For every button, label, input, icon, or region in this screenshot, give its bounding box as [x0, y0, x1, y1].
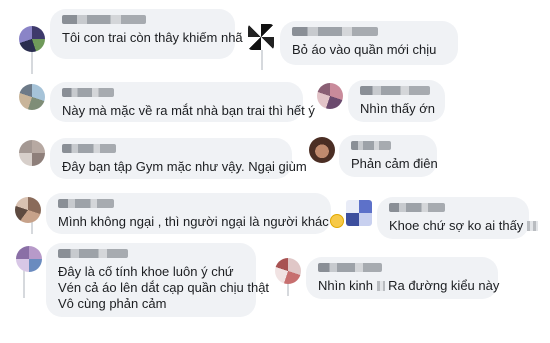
comment-text-line: Vô cùng phản cảm — [58, 296, 167, 311]
commenter-name[interactable] — [318, 263, 382, 272]
comment-text: Phản cảm điên — [351, 156, 438, 171]
avatar[interactable] — [15, 197, 41, 223]
comment-text: Bỏ áo vào quần mới chịu — [292, 42, 437, 57]
avatar[interactable] — [317, 83, 343, 109]
comment-bubble: Mình không ngại , thì người ngại là ngườ… — [46, 193, 344, 234]
comment-bubble: Tôi con trai còn thây khiếm nhã — [50, 9, 243, 59]
laughing-emoji-icon — [329, 214, 344, 228]
redacted-emoji-icon — [526, 221, 538, 231]
commenter-name[interactable] — [351, 141, 391, 150]
avatar[interactable] — [275, 258, 301, 284]
avatar[interactable] — [16, 246, 42, 272]
comment-text-line: Vén cả áo lên dắt cạp quần chịu thật — [58, 280, 270, 295]
comment-bubble: Nhìn thấy ớn — [348, 80, 445, 122]
comment-bubble: Này mà mặc về ra mắt nhà bạn trai thì hế… — [50, 82, 315, 122]
avatar[interactable] — [309, 137, 335, 163]
comment-bubble: Nhìn kinh Ra đường kiểu này — [306, 257, 500, 299]
commenter-name[interactable] — [389, 203, 445, 212]
comment-text: Tôi con trai còn thây khiếm nhã — [62, 30, 243, 45]
commenter-name[interactable] — [58, 199, 114, 208]
commenter-name[interactable] — [62, 15, 146, 24]
comment-text: Mình không ngại , thì người ngại là ngườ… — [58, 214, 344, 230]
reply-thread-line — [261, 50, 263, 70]
comment-text: Khoe chứ sợ ko ai thấy — [389, 218, 538, 234]
comment-text-line: Đây là cố tính khoe luôn ý chứ — [58, 264, 234, 279]
comment-text: Này mà mặc về ra mắt nhà bạn trai thì hế… — [62, 103, 315, 118]
commenter-name[interactable] — [292, 27, 378, 36]
commenter-name[interactable] — [62, 144, 116, 153]
comment-bubble: Phản cảm điên — [339, 135, 438, 177]
avatar[interactable] — [19, 26, 45, 52]
reply-thread-line — [23, 268, 25, 298]
comment-bubble: Đây là cố tính khoe luôn ý chứ Vén cả áo… — [46, 243, 270, 317]
comment-bubble: Đây bạn tập Gym mặc như vậy. Ngại giùm — [50, 138, 307, 179]
commenter-name[interactable] — [58, 249, 128, 258]
comment-bubble: Khoe chứ sợ ko ai thấy — [377, 197, 538, 239]
comment-text: Nhìn kinh Ra đường kiểu này — [318, 278, 500, 293]
avatar[interactable] — [248, 24, 274, 50]
comment-bubble: Bỏ áo vào quần mới chịu — [280, 21, 458, 65]
redacted-emoji-icon — [376, 281, 385, 291]
avatar[interactable] — [19, 140, 45, 166]
avatar[interactable] — [19, 84, 45, 110]
comment-text: Nhìn thấy ớn — [360, 101, 436, 116]
reply-thread-line — [31, 50, 33, 74]
avatar[interactable] — [346, 200, 372, 226]
commenter-name[interactable] — [62, 88, 114, 97]
comment-text: Đây bạn tập Gym mặc như vậy. Ngại giùm — [62, 159, 307, 174]
commenter-name[interactable] — [360, 86, 430, 95]
